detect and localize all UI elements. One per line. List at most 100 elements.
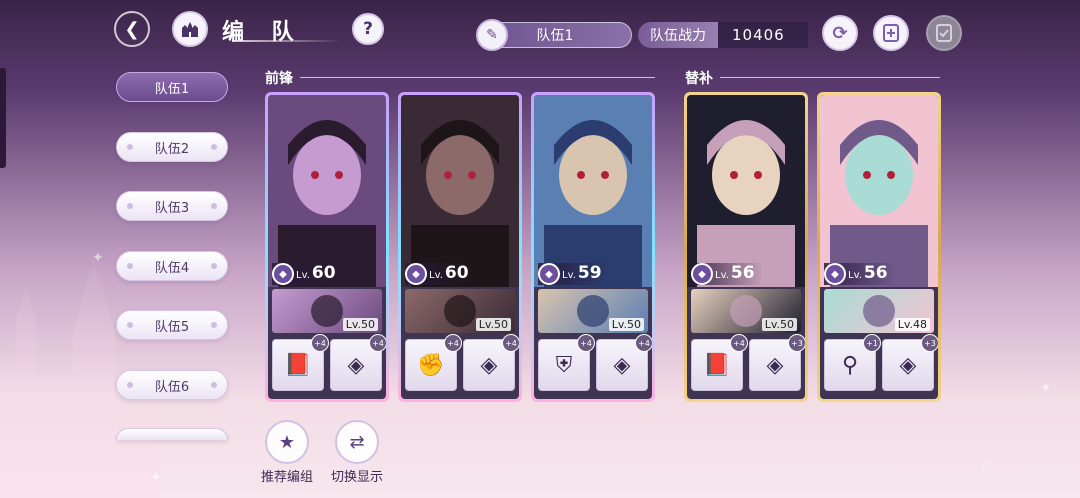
add-team-button[interactable]	[873, 15, 909, 51]
left-edge-tab[interactable]	[0, 68, 6, 168]
question-icon: ?	[363, 19, 373, 39]
character-portrait	[401, 95, 519, 287]
character-card[interactable]: Lv. 60 ◆ Lv.50 ✊ +4 ◈ +4	[398, 92, 522, 402]
checklist-icon	[936, 24, 952, 42]
gear-slot-2[interactable]: ◈ +3	[882, 334, 938, 391]
character-card[interactable]: Lv. 59 ◆ Lv.50 ⛨ +4 ◈ +4	[531, 92, 655, 402]
character-portrait	[687, 95, 805, 287]
back-arrow-icon: ❮	[124, 18, 140, 40]
element-icon: ◆	[272, 263, 294, 285]
gear-slot-2[interactable]: ◈ +4	[330, 334, 386, 391]
recommend-team-button[interactable]: ★ 推荐编组	[252, 420, 322, 485]
gear-plus-badge: +1	[863, 334, 881, 352]
card-inner: Lv. 56 ◆ Lv.50 📕 +4 ◈ +3	[687, 95, 805, 399]
power-label: 队伍战力	[638, 22, 718, 48]
team-tab-3[interactable]: 队伍3	[116, 191, 228, 221]
castle-icon	[182, 22, 198, 37]
element-icon: ◆	[691, 263, 713, 285]
element-icon: ◆	[538, 263, 560, 285]
gear-slot-2[interactable]: ◈ +3	[749, 334, 805, 391]
gear-slot-1[interactable]: ✊ +4	[405, 334, 462, 391]
team-tab-label: 队伍3	[154, 200, 190, 216]
gear-plus-badge: +4	[369, 334, 386, 352]
sparkle-icon: ✦	[1040, 380, 1052, 396]
team-name: 队伍1	[536, 28, 574, 44]
earring-icon: ◈	[347, 352, 365, 378]
gear-plus-badge: +3	[921, 334, 938, 352]
element-icon: ◆	[405, 263, 427, 285]
partner-portrait[interactable]: Lv.48	[824, 289, 934, 333]
partner-level: Lv.48	[894, 318, 930, 331]
team-tab-label: 队伍2	[154, 141, 190, 157]
help-button[interactable]: ?	[352, 13, 384, 45]
gear-plus-badge: +4	[635, 334, 652, 352]
earring-icon: ◈	[766, 352, 784, 378]
character-portrait	[820, 95, 938, 287]
team-tab-label: 队伍5	[154, 319, 190, 335]
switch-label: 切换显示	[330, 470, 383, 485]
gear-slot-2[interactable]: ◈ +4	[596, 334, 652, 391]
add-document-icon	[883, 24, 899, 42]
partner-level: Lv.50	[475, 318, 511, 331]
book-icon: 📕	[703, 352, 731, 378]
confirm-button[interactable]	[926, 15, 962, 51]
team-tab-6[interactable]: 队伍6	[116, 370, 228, 400]
partner-portrait[interactable]: Lv.50	[691, 289, 801, 333]
partner-level: Lv.50	[761, 318, 797, 331]
earring-icon: ◈	[480, 352, 498, 378]
team-tab-1[interactable]: 队伍1	[116, 72, 228, 102]
team-tab-5[interactable]: 队伍5	[116, 310, 228, 340]
team-tab-4[interactable]: 队伍4	[116, 251, 228, 281]
team-power-display: 队伍战力 10406	[638, 22, 808, 48]
sub-section-line	[720, 77, 940, 78]
book-icon: 📕	[284, 352, 312, 378]
back-button[interactable]: ❮	[114, 11, 150, 47]
home-button[interactable]	[172, 11, 208, 47]
character-card[interactable]: Lv. 56 ◆ Lv.48 ⚲ +1 ◈ +3	[817, 92, 941, 402]
partner-portrait[interactable]: Lv.50	[405, 289, 515, 333]
card-inner: Lv. 60 ◆ Lv.50 ✊ +4 ◈ +4	[401, 95, 519, 399]
card-inner: Lv. 59 ◆ Lv.50 ⛨ +4 ◈ +4	[534, 95, 652, 399]
partner-portrait[interactable]: Lv.50	[538, 289, 648, 333]
gear-plus-badge: +4	[577, 334, 595, 352]
gear-plus-badge: +3	[788, 334, 805, 352]
character-card[interactable]: Lv. 60 ◆ Lv.50 📕 +4 ◈ +4	[265, 92, 389, 402]
star-bookmark-icon: ★	[265, 420, 309, 464]
top-bar: ❮ 编 队 ? 队伍1 ✎ 队伍战力 10406 ⟳	[0, 0, 1080, 62]
gear-slot-1[interactable]: 📕 +4	[691, 334, 748, 391]
partner-level: Lv.50	[342, 318, 378, 331]
gear-plus-badge: +4	[311, 334, 329, 352]
character-portrait	[534, 95, 652, 287]
team-tab-label: 队伍4	[154, 260, 190, 276]
front-section-title: 前锋	[265, 71, 293, 87]
recommend-label: 推荐编组	[260, 470, 313, 485]
gear-plus-badge: +4	[444, 334, 462, 352]
team-tab-2[interactable]: 队伍2	[116, 132, 228, 162]
gear-slot-1[interactable]: ⚲ +1	[824, 334, 881, 391]
wand-icon: ⚲	[841, 352, 859, 378]
swap-arrows-icon: ⇄	[335, 420, 379, 464]
team-tab-partial[interactable]	[116, 428, 228, 440]
earring-icon: ◈	[899, 352, 917, 378]
character-card[interactable]: Lv. 56 ◆ Lv.50 📕 +4 ◈ +3	[684, 92, 808, 402]
switch-display-button[interactable]: ⇄ 切换显示	[322, 420, 392, 485]
team-tab-label: 队伍6	[154, 379, 190, 395]
character-portrait	[268, 95, 386, 287]
sub-section-title: 替补	[685, 71, 713, 87]
title-underline	[232, 40, 342, 42]
gear-slot-2[interactable]: ◈ +4	[463, 334, 519, 391]
partner-portrait[interactable]: Lv.50	[272, 289, 382, 333]
background-castle	[0, 258, 156, 498]
partner-level: Lv.50	[608, 318, 644, 331]
front-section-line	[300, 77, 655, 78]
element-icon: ◆	[824, 263, 846, 285]
refresh-button[interactable]: ⟳	[822, 15, 858, 51]
card-inner: Lv. 56 ◆ Lv.48 ⚲ +1 ◈ +3	[820, 95, 938, 399]
feather-icon[interactable]: ✎	[476, 19, 508, 51]
card-inner: Lv. 60 ◆ Lv.50 📕 +4 ◈ +4	[268, 95, 386, 399]
refresh-icon: ⟳	[832, 22, 848, 44]
sparkle-icon: ☾	[980, 460, 993, 476]
gear-slot-1[interactable]: ⛨ +4	[538, 334, 595, 391]
gear-slot-1[interactable]: 📕 +4	[272, 334, 329, 391]
power-value: 10406	[718, 22, 808, 48]
